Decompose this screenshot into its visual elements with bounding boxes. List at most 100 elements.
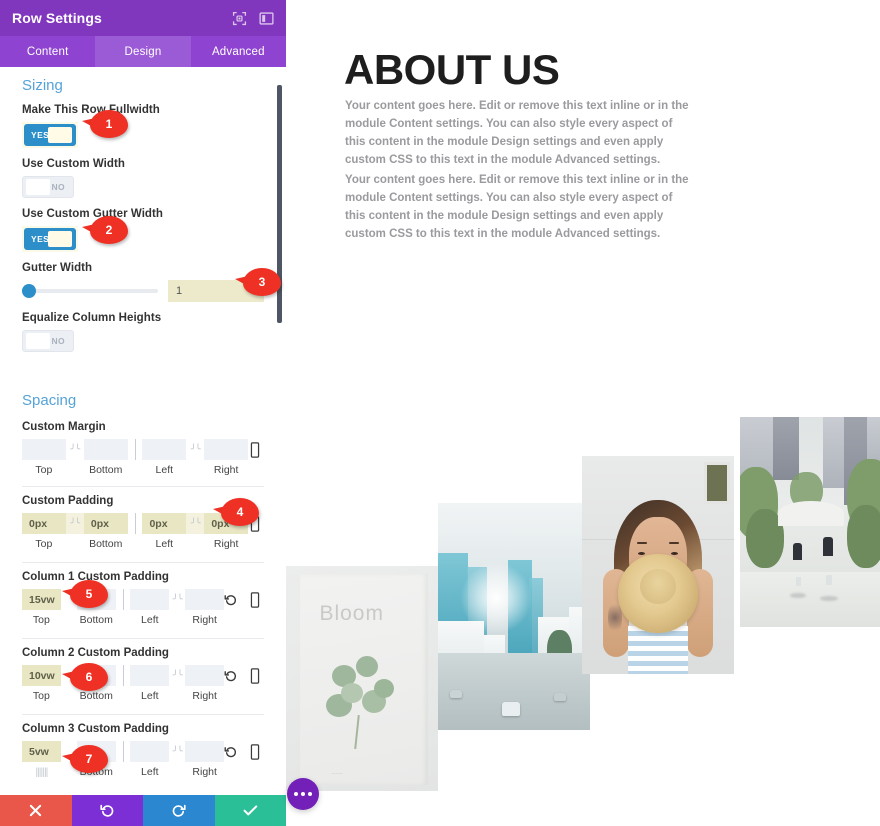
photo-bloom-book[interactable]: Bloom ——— bbox=[286, 566, 438, 791]
panel-scrollbar[interactable] bbox=[277, 85, 282, 323]
cell-caption: Top bbox=[35, 538, 53, 550]
group-divider bbox=[122, 741, 124, 762]
device-responsive-icon[interactable] bbox=[248, 743, 262, 760]
device-responsive-icon[interactable] bbox=[248, 441, 262, 458]
broken-link-icon[interactable]: ╯╰ bbox=[169, 589, 185, 610]
toggle-use-custom-gutter-width[interactable]: YES bbox=[24, 228, 76, 250]
broken-link-icon[interactable]: ╯╰ bbox=[169, 665, 185, 686]
row-actions bbox=[248, 513, 264, 534]
spacing-cell-top: 5vw ||||||| bbox=[22, 741, 61, 778]
cell-caption: Top bbox=[32, 690, 50, 702]
tab-advanced[interactable]: Advanced bbox=[190, 36, 286, 67]
spacing-cell-right: Right bbox=[185, 741, 225, 778]
field-custom-margin: Custom Margin Top ╯╰ Bottom Left ╯╰ Righ… bbox=[0, 413, 286, 476]
col1-padding-bottom-input[interactable] bbox=[76, 589, 116, 610]
reset-icon[interactable] bbox=[224, 592, 238, 608]
cell-caption: Bottom bbox=[89, 538, 123, 550]
col1-padding-top-input[interactable]: 15vw bbox=[22, 589, 61, 610]
col3-padding-left-input[interactable] bbox=[130, 741, 170, 762]
padding-top-input[interactable]: 0px bbox=[22, 513, 66, 534]
device-responsive-icon[interactable] bbox=[248, 515, 262, 532]
col2-padding-left-input[interactable] bbox=[130, 665, 170, 686]
ellipsis-dot bbox=[301, 792, 305, 796]
col2-padding-top-input[interactable]: 10vw bbox=[22, 665, 61, 686]
slider-handle[interactable] bbox=[22, 284, 36, 298]
device-responsive-icon[interactable] bbox=[248, 591, 262, 608]
cell-caption: Left bbox=[155, 464, 174, 476]
tab-design[interactable]: Design bbox=[95, 36, 191, 67]
field-column-3-custom-padding: Column 3 Custom Padding 5vw ||||||| Bott… bbox=[0, 715, 286, 778]
spacing-cell-right: 0px Right bbox=[204, 513, 248, 550]
col1-padding-right-input[interactable] bbox=[185, 589, 225, 610]
cell-caption: Left bbox=[141, 690, 159, 702]
row-actions bbox=[224, 665, 264, 686]
undo-button[interactable] bbox=[71, 795, 143, 826]
close-icon bbox=[30, 804, 42, 817]
settings-tabs: Content Design Advanced bbox=[0, 36, 286, 67]
col2-padding-right-input[interactable] bbox=[185, 665, 225, 686]
broken-link-icon[interactable]: ╯╰ bbox=[186, 513, 205, 534]
broken-link-icon[interactable]: ╯╰ bbox=[169, 741, 185, 762]
broken-link-icon[interactable] bbox=[61, 589, 77, 610]
spacing-cell-left: Left bbox=[130, 741, 170, 778]
col1-padding-left-input[interactable] bbox=[130, 589, 170, 610]
spacing-inputs-row: 10vw Top Bottom Left ╯╰ Right bbox=[22, 665, 264, 702]
broken-link-icon[interactable]: ╯╰ bbox=[186, 439, 204, 460]
field-label: Gutter Width bbox=[22, 262, 93, 274]
spacing-cell-right: Right bbox=[185, 665, 225, 702]
col3-padding-bottom-input[interactable] bbox=[76, 741, 116, 762]
margin-top-input[interactable] bbox=[22, 439, 66, 460]
save-button[interactable] bbox=[214, 795, 286, 826]
group-divider bbox=[122, 665, 124, 686]
gutter-width-slider[interactable] bbox=[22, 284, 158, 298]
fullscreen-expand-icon[interactable] bbox=[232, 11, 247, 26]
margin-right-input[interactable] bbox=[204, 439, 248, 460]
col2-padding-bottom-input[interactable] bbox=[76, 665, 116, 686]
redo-icon bbox=[172, 804, 186, 817]
field-label: Use Custom Gutter Width bbox=[22, 208, 163, 220]
toggle-equalize-column-heights[interactable]: NO bbox=[22, 330, 74, 352]
toggle-wrapper: YES bbox=[22, 226, 78, 252]
photo-woman-with-hat[interactable] bbox=[582, 456, 734, 674]
padding-bottom-input[interactable]: 0px bbox=[83, 513, 128, 534]
spacing-cell-bottom: Bottom bbox=[76, 589, 116, 626]
reset-icon[interactable] bbox=[224, 744, 238, 760]
broken-link-icon[interactable]: ╯╰ bbox=[65, 513, 84, 534]
gutter-width-input[interactable]: 1 bbox=[168, 280, 264, 302]
broken-link-icon[interactable]: ╯╰ bbox=[66, 439, 84, 460]
striped-tank-top bbox=[627, 626, 689, 674]
field-make-row-fullwidth: Make This Row Fullwidth YES bbox=[0, 98, 286, 152]
col3-padding-top-input[interactable]: 5vw bbox=[22, 741, 61, 762]
window-detail bbox=[704, 462, 730, 504]
broken-link-icon[interactable] bbox=[61, 665, 77, 686]
cell-caption: Top bbox=[32, 614, 50, 626]
margin-bottom-input[interactable] bbox=[83, 439, 128, 460]
field-custom-padding: Custom Padding 0px Top ╯╰ 0px Bottom 0px… bbox=[0, 487, 286, 550]
toggle-use-custom-width[interactable]: NO bbox=[22, 176, 74, 198]
spacing-inputs-row: 5vw ||||||| Bottom Left ╯╰ Right bbox=[22, 741, 264, 778]
col3-padding-right-input[interactable] bbox=[185, 741, 225, 762]
spacing-cell-top: 10vw Top bbox=[22, 665, 61, 702]
cancel-button[interactable] bbox=[0, 795, 72, 826]
panel-header: Row Settings bbox=[0, 0, 286, 36]
toggle-value: YES bbox=[31, 234, 50, 244]
settings-scroll-area[interactable]: Sizing Make This Row Fullwidth YES Use C… bbox=[0, 67, 286, 795]
broken-link-icon[interactable] bbox=[61, 741, 77, 762]
padding-left-input[interactable]: 0px bbox=[142, 513, 187, 534]
reset-icon[interactable] bbox=[224, 668, 238, 684]
padding-right-input[interactable]: 0px bbox=[204, 513, 248, 534]
panel-action-bar bbox=[0, 795, 286, 826]
redo-button[interactable] bbox=[143, 795, 215, 826]
spacing-cell-left: Left bbox=[142, 439, 187, 476]
toggle-make-row-fullwidth[interactable]: YES bbox=[24, 124, 76, 146]
row-actions bbox=[248, 439, 264, 460]
device-responsive-icon[interactable] bbox=[248, 667, 262, 684]
panel-layout-icon[interactable] bbox=[259, 11, 274, 26]
margin-left-input[interactable] bbox=[142, 439, 187, 460]
book-title-text: Bloom bbox=[319, 602, 384, 625]
page-settings-fab[interactable] bbox=[287, 778, 319, 810]
photo-city-street-sunset[interactable] bbox=[438, 503, 590, 730]
page-preview-area: ABOUT US Your content goes here. Edit or… bbox=[286, 0, 880, 826]
tab-content[interactable]: Content bbox=[0, 36, 96, 67]
photo-tree-lined-street[interactable] bbox=[740, 417, 880, 627]
